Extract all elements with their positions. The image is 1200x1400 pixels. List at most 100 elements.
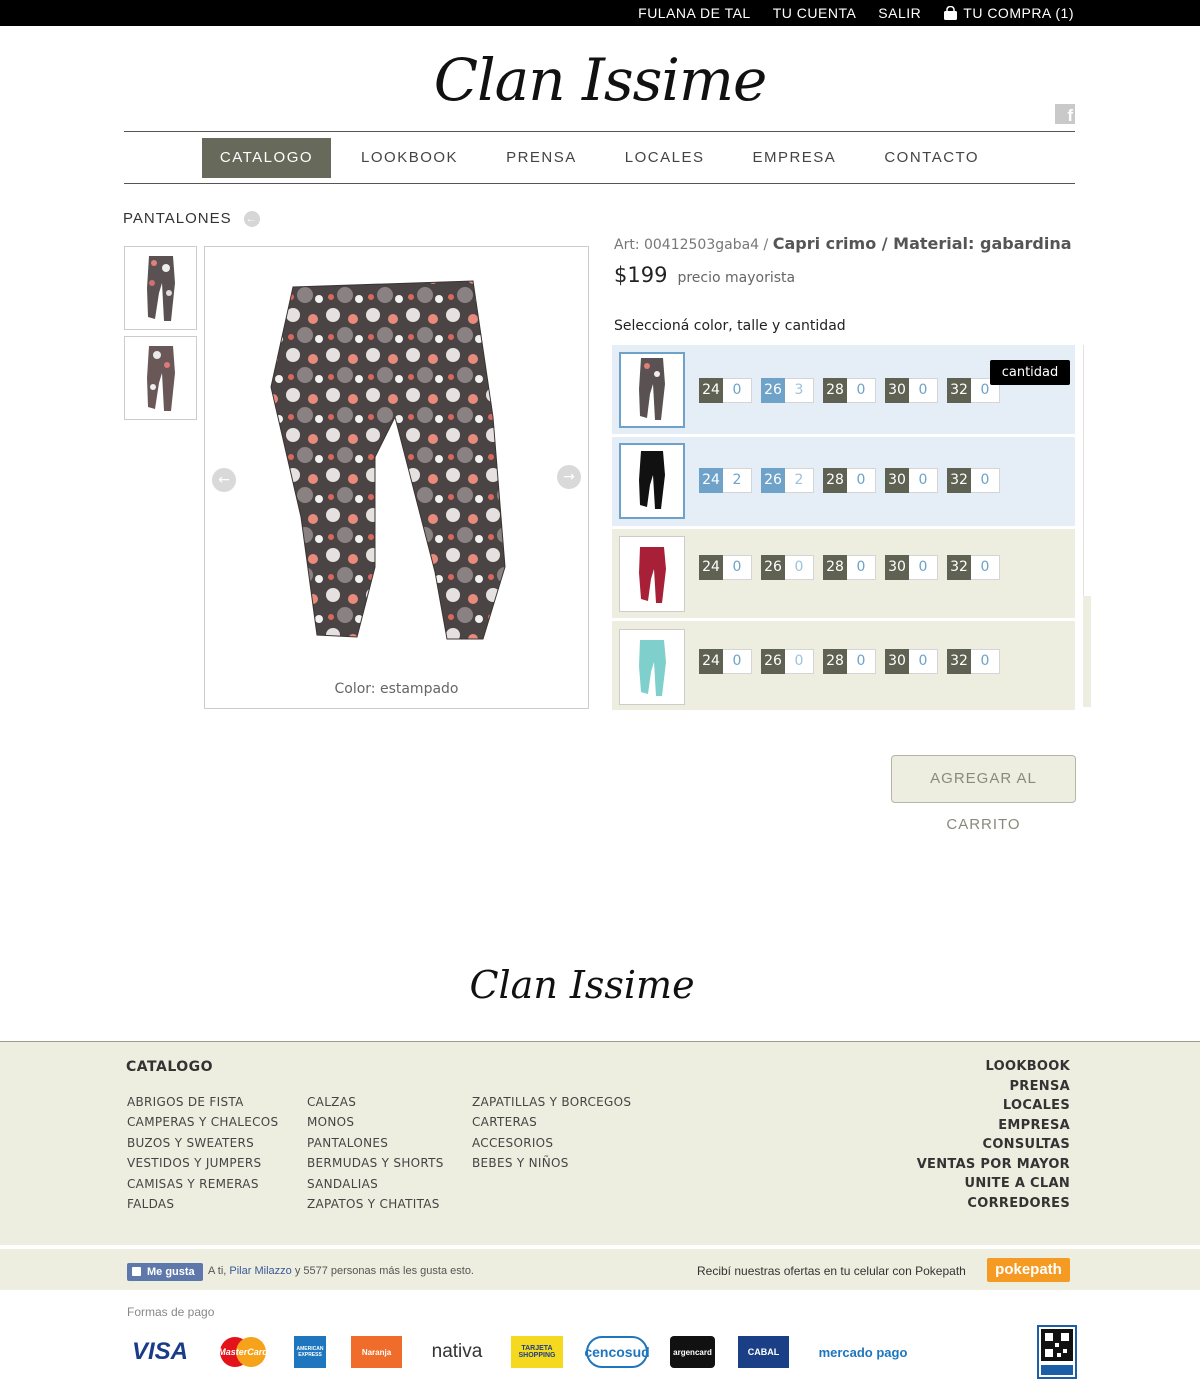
size-option: 28 0 (823, 555, 876, 580)
quantity-input[interactable]: 0 (847, 649, 876, 674)
footer-link[interactable]: ZAPATOS Y CHATITAS (307, 1197, 444, 1217)
article-code: Art: 00412503gaba4 / (614, 237, 769, 253)
quantity-input[interactable]: 0 (785, 649, 814, 674)
quantity-input[interactable]: 0 (971, 649, 1000, 674)
footer-col-3: ZAPATILLAS Y BORCEGOS CARTERAS ACCESORIO… (472, 1095, 631, 1177)
footer-link[interactable]: LOOKBOOK (917, 1059, 1070, 1079)
cart-link[interactable]: TU COMPRA (1) (943, 5, 1074, 21)
variants-scrollbar-thumb[interactable] (1083, 596, 1091, 707)
back-arrow-icon[interactable]: ← (243, 210, 260, 227)
quantity-input[interactable]: 0 (909, 468, 938, 493)
quantity-input[interactable]: 0 (971, 468, 1000, 493)
footer-link[interactable]: CAMISAS Y REMERAS (127, 1177, 278, 1197)
account-link[interactable]: TU CUENTA (773, 5, 857, 21)
footer-brand-logo[interactable]: Clan Issime (0, 963, 1182, 1007)
footer-link[interactable]: FALDAS (127, 1197, 278, 1217)
variant-row-estampado: 24 0 26 3 28 0 30 0 32 0 (612, 345, 1075, 434)
logout-link[interactable]: SALIR (878, 5, 921, 21)
variant-thumbnail[interactable] (619, 352, 685, 428)
cart-label: TU COMPRA (1) (963, 5, 1074, 21)
nav-empresa[interactable]: EMPRESA (734, 138, 854, 178)
nav-divider-bottom (124, 183, 1075, 184)
quantity-input[interactable]: 0 (847, 378, 876, 403)
variant-thumbnail[interactable] (619, 536, 685, 612)
data-fiscal-qr-icon[interactable] (1037, 1325, 1077, 1379)
nav-lookbook[interactable]: LOOKBOOK (343, 138, 476, 178)
size-option: 28 0 (823, 468, 876, 493)
product-main-image: ← → Color: estampado (204, 246, 589, 709)
facebook-like-button[interactable]: Me gusta (127, 1263, 203, 1281)
pokepath-logo[interactable]: pokepath (987, 1258, 1070, 1282)
like-friend-link[interactable]: Pilar Milazzo (229, 1265, 291, 1277)
quantity-input[interactable]: 0 (723, 555, 752, 580)
quantity-input[interactable]: 2 (723, 468, 752, 493)
quantity-input[interactable]: 0 (909, 378, 938, 403)
footer-col-1: ABRIGOS DE FISTA CAMPERAS Y CHALECOS BUZ… (127, 1095, 278, 1217)
variant-thumbnail[interactable] (619, 629, 685, 705)
visa-logo: VISA (131, 1338, 188, 1365)
mercadopago-logo: mercado pago (818, 1344, 908, 1360)
footer-link[interactable]: PRENSA (917, 1079, 1070, 1099)
nav-catalogo[interactable]: CATALOGO (201, 138, 332, 178)
footer-link[interactable]: CALZAS (307, 1095, 444, 1115)
next-image-arrow-icon[interactable]: → (557, 465, 581, 489)
quantity-input[interactable]: 0 (785, 555, 814, 580)
footer-link[interactable]: BUZOS Y SWEATERS (127, 1136, 278, 1156)
size-label: 28 (823, 378, 847, 403)
like-prefix: A ti, (208, 1265, 227, 1277)
footer-link[interactable]: CAMPERAS Y CHALECOS (127, 1115, 278, 1135)
footer-link[interactable]: EMPRESA (917, 1118, 1070, 1138)
thumbnail-2[interactable] (124, 336, 197, 420)
quantity-input[interactable]: 0 (847, 468, 876, 493)
footer-link[interactable]: CONSULTAS (917, 1137, 1070, 1157)
size-option: 24 0 (699, 649, 752, 674)
size-label: 30 (885, 468, 909, 493)
footer-link[interactable]: BEBES Y NIÑOS (472, 1156, 631, 1176)
footer-link[interactable]: ZAPATILLAS Y BORCEGOS (472, 1095, 631, 1115)
nav-contacto[interactable]: CONTACTO (866, 138, 997, 178)
quantity-input[interactable]: 2 (785, 468, 814, 493)
footer-link[interactable]: MONOS (307, 1115, 444, 1135)
size-label: 26 (761, 378, 785, 403)
footer-link[interactable]: ACCESORIOS (472, 1136, 631, 1156)
footer-link[interactable]: BERMUDAS Y SHORTS (307, 1156, 444, 1176)
size-option: 30 0 (885, 555, 938, 580)
nav-prensa[interactable]: PRENSA (488, 138, 595, 178)
quantity-input[interactable]: 0 (909, 555, 938, 580)
add-to-cart-button[interactable]: AGREGAR AL CARRITO (891, 755, 1076, 833)
footer-link[interactable]: ABRIGOS DE FISTA (127, 1095, 278, 1115)
footer-link[interactable]: VENTAS POR MAYOR (917, 1157, 1070, 1177)
section-title: PANTALONES (123, 210, 232, 227)
pants-thumbnail-image (147, 256, 175, 321)
size-label: 32 (947, 378, 971, 403)
quantity-input[interactable]: 0 (909, 649, 938, 674)
footer-link[interactable]: VESTIDOS Y JUMPERS (127, 1156, 278, 1176)
footer-link[interactable]: UNITE A CLAN (917, 1176, 1070, 1196)
prev-image-arrow-icon[interactable]: ← (212, 468, 236, 492)
thumbnail-1[interactable] (124, 246, 197, 330)
quantity-input[interactable]: 0 (723, 378, 752, 403)
top-bar: FULANA DE TAL TU CUENTA SALIR TU COMPRA … (0, 0, 1200, 26)
facebook-icon[interactable]: f (1055, 104, 1075, 125)
footer-link[interactable]: CARTERAS (472, 1115, 631, 1135)
footer-link[interactable]: LOCALES (917, 1098, 1070, 1118)
quantity-input[interactable]: 3 (785, 378, 814, 403)
nav-locales[interactable]: LOCALES (607, 138, 723, 178)
quantity-input[interactable]: 0 (723, 649, 752, 674)
price-block: $199 precio mayorista (614, 263, 795, 287)
tarjeta-shopping-logo: TARJETA SHOPPING (511, 1336, 563, 1368)
size-label: 32 (947, 555, 971, 580)
size-option: 24 0 (699, 555, 752, 580)
brand-logo[interactable]: Clan Issime (0, 46, 1200, 114)
quantity-input[interactable]: 0 (847, 555, 876, 580)
user-link[interactable]: FULANA DE TAL (638, 5, 751, 21)
footer-link[interactable]: SANDALIAS (307, 1177, 444, 1197)
size-list: 24 0 26 0 28 0 30 0 32 0 (699, 649, 1000, 674)
variant-row-bordo: 24 0 26 0 28 0 30 0 32 0 (612, 529, 1075, 618)
quantity-input[interactable]: 0 (971, 555, 1000, 580)
variant-thumbnail[interactable] (619, 443, 685, 519)
footer-link[interactable]: CORREDORES (917, 1196, 1070, 1216)
size-option: 24 0 (699, 378, 752, 403)
size-label: 26 (761, 555, 785, 580)
footer-link[interactable]: PANTALONES (307, 1136, 444, 1156)
